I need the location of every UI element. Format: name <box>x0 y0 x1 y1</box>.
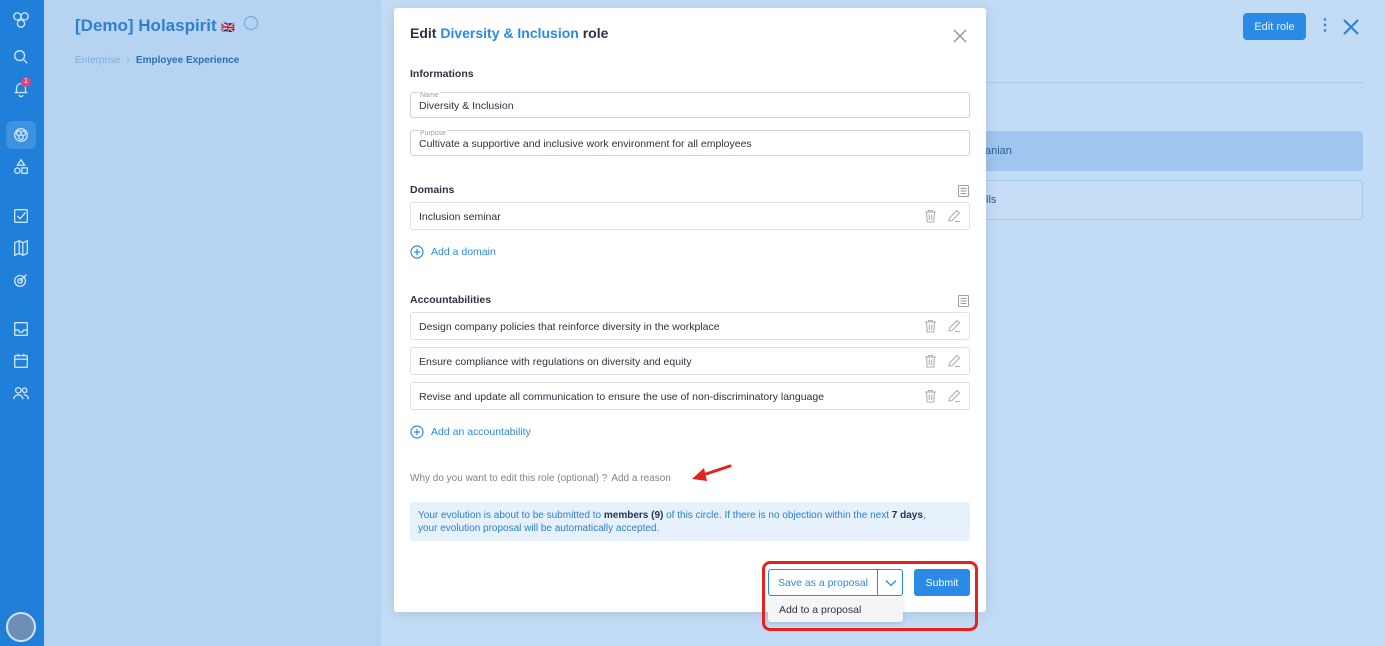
edit-role-modal: Edit Diversity & Inclusion role Informat… <box>394 8 986 612</box>
edit-icon[interactable] <box>947 389 961 403</box>
target-icon[interactable] <box>11 270 31 290</box>
add-accountability-link[interactable]: Add an accountability <box>410 425 531 439</box>
info-text: of this circle. If there is no objection… <box>663 510 892 521</box>
divider <box>986 82 1363 83</box>
workspace-title-text: [Demo] Holaspirit <box>75 16 217 35</box>
accountability-text: Design company policies that reinforce d… <box>419 321 720 333</box>
name-value: Diversity & Inclusion <box>419 100 514 112</box>
people-icon[interactable] <box>11 383 31 403</box>
accountability-text: Ensure compliance with regulations on di… <box>419 356 692 368</box>
background-left-panel <box>44 0 381 646</box>
info-text: , <box>922 510 926 521</box>
reason-question: Why do you want to edit this role (optio… <box>410 473 608 484</box>
workspace-title: [Demo] Holaspirit 🇬🇧 <box>75 16 235 36</box>
add-accountability-label: Add an accountability <box>431 426 531 438</box>
breadcrumb: Enterprise › Employee Experience <box>75 55 239 66</box>
accountability-row: Ensure compliance with regulations on di… <box>410 347 970 375</box>
accountability-row: Revise and update all communication to e… <box>410 382 970 410</box>
domains-heading: Domains <box>410 184 455 196</box>
add-domain-label: Add a domain <box>431 246 496 258</box>
chevron-right-icon: › <box>126 55 130 66</box>
annotation-highlight-box <box>762 561 978 631</box>
info-icon[interactable] <box>244 16 258 30</box>
tasks-icon[interactable] <box>11 206 31 226</box>
edit-role-button[interactable]: Edit role <box>1243 13 1306 40</box>
trash-icon[interactable] <box>924 389 937 403</box>
submission-info-box: Your evolution is about to be submitted … <box>410 502 970 541</box>
add-domain-link[interactable]: Add a domain <box>410 245 496 259</box>
plus-circle-icon <box>410 245 424 259</box>
shapes-icon[interactable] <box>11 157 31 177</box>
map-icon[interactable] <box>11 238 31 258</box>
close-panel-icon[interactable] <box>1342 18 1362 38</box>
purpose-field[interactable]: Purpose Cultivate a supportive and inclu… <box>410 130 970 156</box>
accountability-row: Design company policies that reinforce d… <box>410 312 970 340</box>
breadcrumb-current: Employee Experience <box>135 55 240 66</box>
nav-rail: 1 <box>0 0 44 646</box>
info-text: Your evolution is about to be submitted … <box>418 510 604 521</box>
annotation-arrow-icon <box>692 464 732 481</box>
list-item[interactable]: lls <box>975 180 1363 220</box>
purpose-label: Purpose <box>419 130 448 137</box>
list-view-icon[interactable] <box>957 294 970 308</box>
uk-flag-icon: 🇬🇧 <box>221 22 236 34</box>
plus-circle-icon <box>410 425 424 439</box>
inbox-icon[interactable] <box>11 319 31 339</box>
domain-row: Inclusion seminar <box>410 202 970 230</box>
info-days: 7 days <box>891 510 923 521</box>
edit-reason: Why do you want to edit this role (optio… <box>410 473 671 484</box>
trash-icon[interactable] <box>924 209 937 223</box>
list-view-icon[interactable] <box>957 184 970 198</box>
calendar-icon[interactable] <box>11 351 31 371</box>
list-item[interactable]: anian <box>975 131 1363 171</box>
more-options-icon[interactable]: ⋮ <box>1317 17 1333 35</box>
list-item-label: anian <box>985 145 1012 157</box>
accountabilities-heading: Accountabilities <box>410 294 492 306</box>
close-icon[interactable] <box>953 29 967 43</box>
edit-icon[interactable] <box>947 354 961 368</box>
name-label: Name <box>419 92 440 99</box>
info-text: your evolution proposal will be automati… <box>418 523 660 534</box>
title-suffix: role <box>582 25 609 41</box>
name-field[interactable]: Name Diversity & Inclusion <box>410 92 970 118</box>
circles-icon[interactable] <box>6 121 36 149</box>
trash-icon[interactable] <box>924 319 937 333</box>
edit-icon[interactable] <box>947 319 961 333</box>
title-prefix: Edit <box>410 25 437 41</box>
add-reason-link[interactable]: Add a reason <box>611 473 671 484</box>
user-avatar[interactable] <box>6 612 36 642</box>
informations-heading: Informations <box>410 68 474 80</box>
edit-icon[interactable] <box>947 209 961 223</box>
purpose-value: Cultivate a supportive and inclusive wor… <box>419 138 752 150</box>
modal-title: Edit Diversity & Inclusion role <box>410 25 608 41</box>
breadcrumb-enterprise[interactable]: Enterprise <box>75 55 121 66</box>
list-item-label: lls <box>986 194 997 206</box>
holaspirit-logo-icon[interactable] <box>11 10 31 30</box>
accountability-text: Revise and update all communication to e… <box>419 391 825 403</box>
search-icon[interactable] <box>11 47 31 67</box>
info-members: members (9) <box>603 510 664 521</box>
domain-text: Inclusion seminar <box>419 211 501 223</box>
title-role-name: Diversity & Inclusion <box>440 25 579 41</box>
trash-icon[interactable] <box>924 354 937 368</box>
notification-badge: 1 <box>21 77 31 87</box>
